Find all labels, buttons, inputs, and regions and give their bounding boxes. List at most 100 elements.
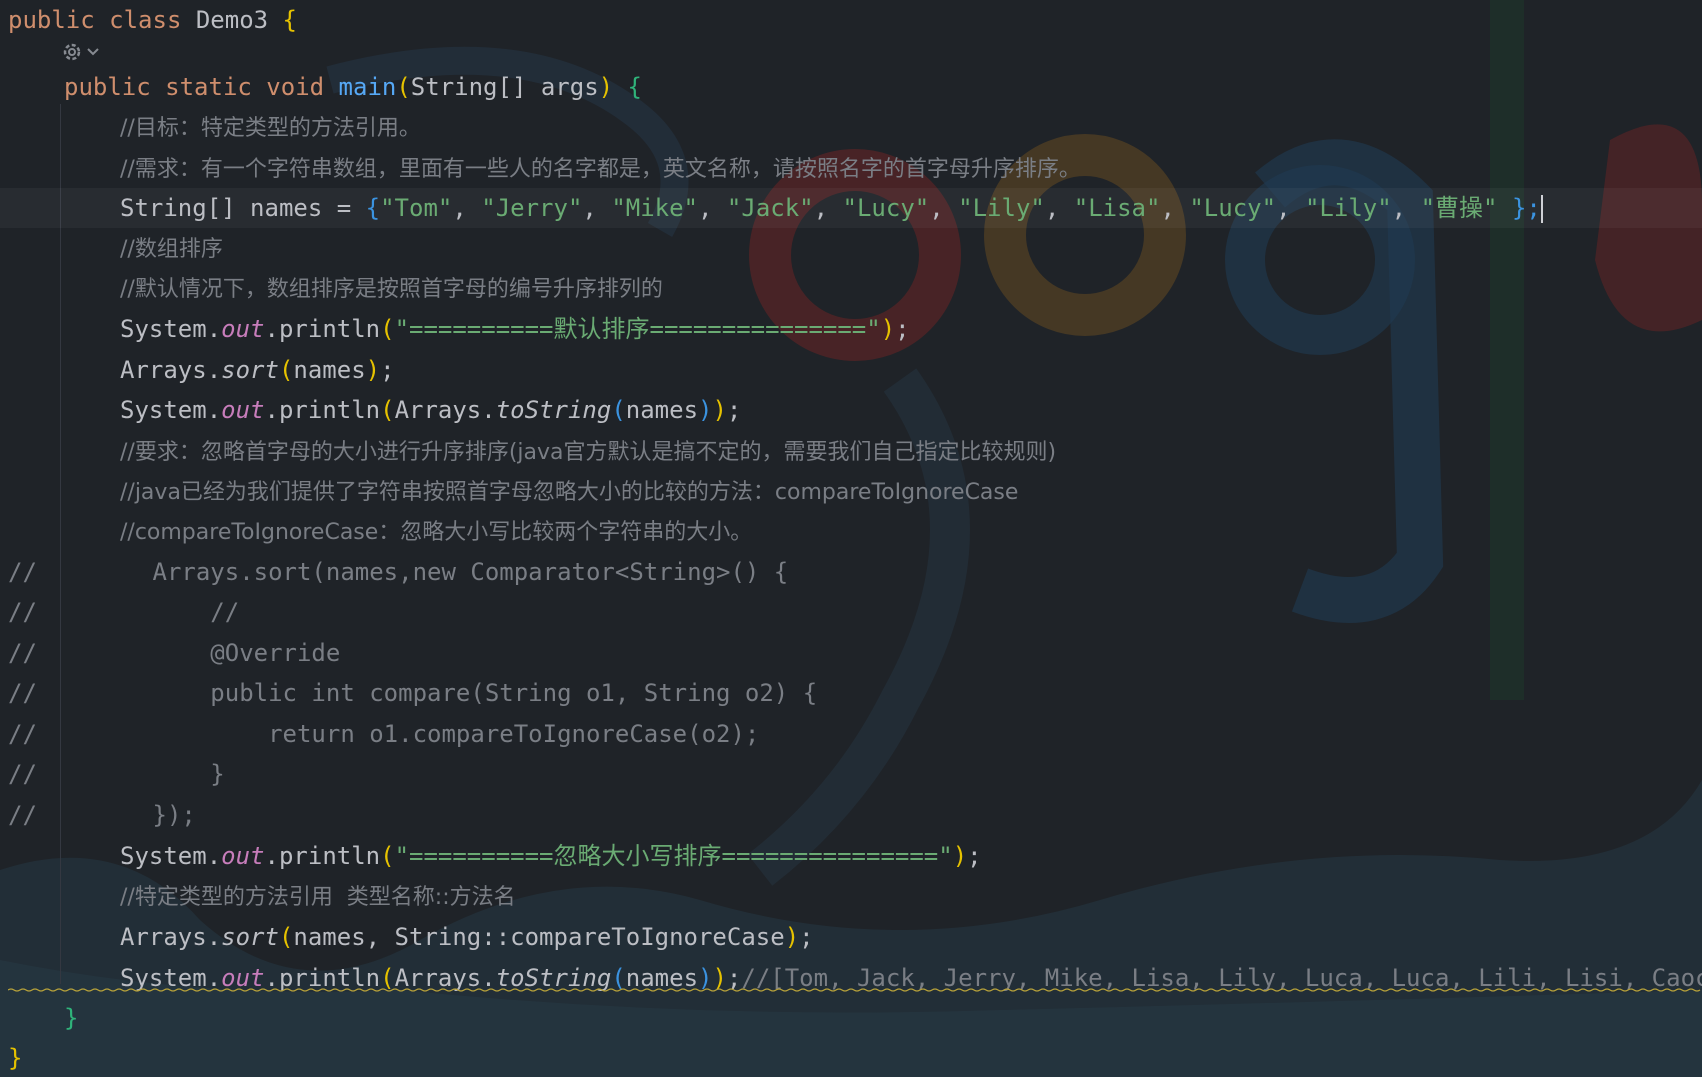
paren-close: ) [598,73,614,101]
token-println: .println [264,315,381,343]
keyword-public-static-void: public static void [64,73,325,101]
commented-code: // Arrays.sort(names,new Comparator<Stri… [8,558,789,586]
commented-code: // @Override [8,639,341,667]
commented-line[interactable]: // Arrays.sort(names,new Comparator<Stri… [0,552,1702,592]
paren: ) [712,396,727,424]
string-literal: "Lucy" [1189,194,1277,222]
names-declaration: String[] names = [120,194,366,222]
string-literal: "Lucy" [842,194,930,222]
commented-code: // }); [8,801,196,829]
token-system: System. [120,842,222,870]
comment-line-default[interactable]: //默认情况下，数组排序是按照首字母的编号升序排列的 [0,268,1702,308]
array-close-brace: }; [1511,194,1541,222]
paren: ( [380,315,395,343]
semicolon: ; [726,396,742,424]
code-line-1[interactable]: public class Demo3 { [0,0,1702,40]
comment-line-goal[interactable]: //目标：特定类型的方法引用。 [0,107,1702,147]
commented-line[interactable]: // return o1.compareToIgnoreCase(o2); [0,714,1702,754]
keyword-public-class: public class [8,6,182,34]
token-arrays: Arrays. [120,356,222,384]
comment-line-java-provided[interactable]: //java已经为我们提供了字符串按照首字母忽略大小的比较的方法：compare… [0,471,1702,511]
string-literal: "Mike" [611,194,699,222]
comment-line-compare-explain[interactable]: //compareToIgnoreCase：忽略大小写比较两个字符串的大小。 [0,511,1702,551]
code-line-class-close[interactable]: } [0,1038,1702,1077]
commented-line[interactable]: // public int compare(String o1, String … [0,673,1702,713]
semicolon: ; [967,842,982,870]
comment-line-ignore-case-req[interactable]: //要求：忽略首字母的大小进行升序排序(java官方默认是搞不定的，需要我们自己… [0,431,1702,471]
string-literal: "Tom" [380,194,453,222]
commented-code: // } [8,760,225,788]
token-out: out [221,315,265,343]
string-literal: "Lily" [958,194,1045,222]
array-open-brace: { [365,194,381,222]
semicolon: ; [380,356,395,384]
commented-line[interactable]: // // [0,592,1702,632]
commented-code: // // [8,598,240,626]
code-line-println-tostring[interactable]: System.out.println(Arrays.toString(names… [0,390,1702,430]
commented-line[interactable]: // } [0,754,1702,794]
code-line-println-default[interactable]: System.out.println("==========默认排序======… [0,309,1702,349]
paren: ( [278,923,294,951]
chevron-down-icon [87,47,99,55]
comment-line-method-ref[interactable]: //特定类型的方法引用 类型名称::方法名 [0,876,1702,916]
code-editor[interactable]: public class Demo3 { public static void … [0,0,1702,1077]
comment-requirement: //需求：有一个字符串数组，里面有一些人的名字都是，英文名称，请按照名字的首字母… [120,157,1081,182]
comment-line-requirement[interactable]: //需求：有一个字符串数组，里面有一些人的名字都是，英文名称，请按照名字的首字母… [0,148,1702,188]
code-line-main[interactable]: public static void main(String[] args) { [0,67,1702,107]
code-line-sort-names[interactable]: Arrays.sort(names); [0,350,1702,390]
token-system: System. [120,315,222,343]
comment-method-reference: //特定类型的方法引用 类型名称::方法名 [120,885,516,910]
comment-default-sort: //默认情况下，数组排序是按照首字母的编号升序排列的 [120,277,663,302]
token-out: out [221,842,265,870]
commented-line[interactable]: // @Override [0,633,1702,673]
token-system: System. [120,396,222,424]
commented-line[interactable]: // }); [0,795,1702,835]
comment-goal: //目标：特定类型的方法引用。 [120,116,421,141]
class-open-brace: { [282,6,297,34]
sort-args: names, String::compareToIgnoreCase [293,923,785,951]
token-out: out [221,396,265,424]
main-open-brace: { [627,73,642,101]
commented-code: // public int compare(String o1, String … [8,679,818,707]
token-arrays: Arrays. [120,923,222,951]
string-ignore-case-sort: "==========忽略大小写排序===============" [394,842,953,870]
semicolon: ; [895,315,910,343]
code-line-sort-ignore[interactable]: Arrays.sort(names, String::compareToIgno… [0,917,1702,957]
code-line-println-result[interactable]: System.out.println(Arrays.toString(names… [0,958,1702,998]
token-arrays: Arrays. [394,396,496,424]
paren: ( [380,396,395,424]
comment-array-sort: //数组排序 [120,237,223,262]
paren: ) [365,356,381,384]
paren: ) [698,396,713,424]
token-tostring: toString [495,396,612,424]
paren: ) [784,923,800,951]
text-caret [1540,195,1543,223]
warning-squiggle [8,988,1701,992]
token-sort: sort [221,356,279,384]
token-println: .println [264,396,381,424]
string-literal: "Jerry" [481,194,583,222]
comment-compare-explain: //compareToIgnoreCase：忽略大小写比较两个字符串的大小。 [120,520,753,545]
paren: ( [278,356,294,384]
arg-names: names [625,396,699,424]
main-close-brace: } [64,1004,79,1032]
code-line-main-close[interactable]: } [0,998,1702,1038]
paren: ) [880,315,896,343]
token-println: .println [264,842,381,870]
settings-gear-icon[interactable] [60,38,100,62]
code-line-names[interactable]: String[] names = {"Tom", "Jerry", "Mike"… [0,188,1702,228]
token-sort: sort [221,923,279,951]
comment-ignore-case-requirement: //要求：忽略首字母的大小进行升序排序(java官方默认是搞不定的，需要我们自己… [120,440,1057,465]
method-main: main [338,73,397,101]
string-literal: "Lisa" [1073,194,1161,222]
paren: ( [611,396,626,424]
code-line-println-ignore[interactable]: System.out.println("==========忽略大小写排序===… [0,836,1702,876]
class-name: Demo3 [195,6,269,34]
comment-line-sort[interactable]: //数组排序 [0,228,1702,268]
arg-names: names [293,356,366,384]
comment-java-provided: //java已经为我们提供了字符串按照首字母忽略大小的比较的方法：compare… [120,480,1019,505]
string-literal: "曹操" [1420,194,1498,222]
paren-open: ( [396,73,411,101]
commented-code: // return o1.compareToIgnoreCase(o2); [8,720,760,748]
string-literal: "Jack" [726,194,814,222]
